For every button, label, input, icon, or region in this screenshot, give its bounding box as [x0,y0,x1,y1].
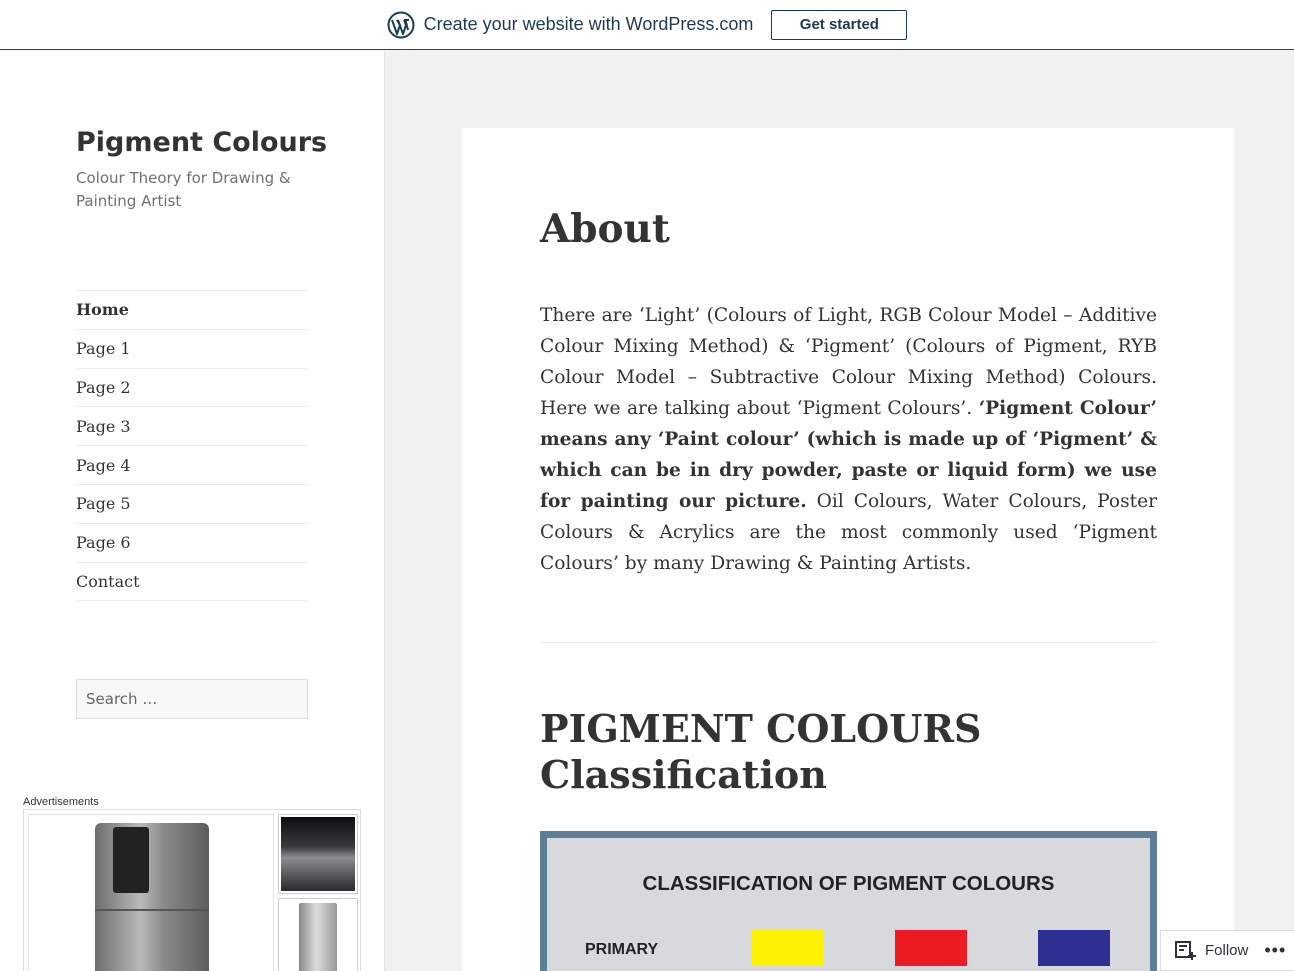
nav-item-home[interactable]: Home [76,291,308,330]
content-card: About There are ‘Light’ (Colours of Ligh… [462,128,1234,971]
yellow-swatch [752,930,824,966]
sidebar: Pigment Colours Colour Theory for Drawin… [0,51,385,971]
site-title[interactable]: Pigment Colours [76,127,327,158]
get-started-button[interactable]: Get started [771,9,908,40]
refrigerator-image [95,823,209,971]
wordpress-logo-icon[interactable] [387,11,415,39]
follow-label: Follow [1205,942,1249,959]
nav-item-page-3[interactable]: Page 3 [76,407,308,447]
divider [540,642,1157,643]
more-options-icon[interactable]: ••• [1264,940,1286,961]
reader-follow-icon [1175,940,1196,960]
follow-button[interactable]: Follow ••• [1160,930,1294,971]
site-description: Colour Theory for Drawing & Painting Art… [76,169,291,210]
ad-thumbnail-2[interactable] [278,898,358,971]
red-swatch [895,930,967,966]
ad-container[interactable] [23,809,361,971]
section-heading: PIGMENT COLOURS Classification [540,706,982,797]
search-input[interactable] [76,679,308,719]
wordpress-banner: Create your website with WordPress.com G… [0,0,1294,50]
banner-text[interactable]: Create your website with WordPress.com [424,14,754,35]
figure-title: CLASSIFICATION OF PIGMENT COLOURS [642,872,1055,895]
ad-main-image[interactable] [28,814,274,971]
nav-item-page-2[interactable]: Page 2 [76,369,308,408]
figure-row-label: PRIMARY [585,941,659,958]
page-title: About [540,206,670,252]
classification-figure: CLASSIFICATION OF PIGMENT COLOURS PRIMAR… [540,831,1157,971]
nav-item-page-1[interactable]: Page 1 [76,330,308,369]
nav-item-contact[interactable]: Contact [76,563,308,602]
nav-item-page-6[interactable]: Page 6 [76,524,308,563]
advertisements-label: Advertisements [23,796,99,808]
entry-paragraph: There are ‘Light’ (Colours of Light, RGB… [540,300,1157,579]
blue-swatch [1038,930,1110,966]
main-navigation: Home Page 1 Page 2 Page 3 Page 4 Page 5 … [76,290,308,602]
ad-thumbnail-1[interactable] [278,814,358,894]
nav-item-page-4[interactable]: Page 4 [76,446,308,485]
nav-item-page-5[interactable]: Page 5 [76,485,308,524]
